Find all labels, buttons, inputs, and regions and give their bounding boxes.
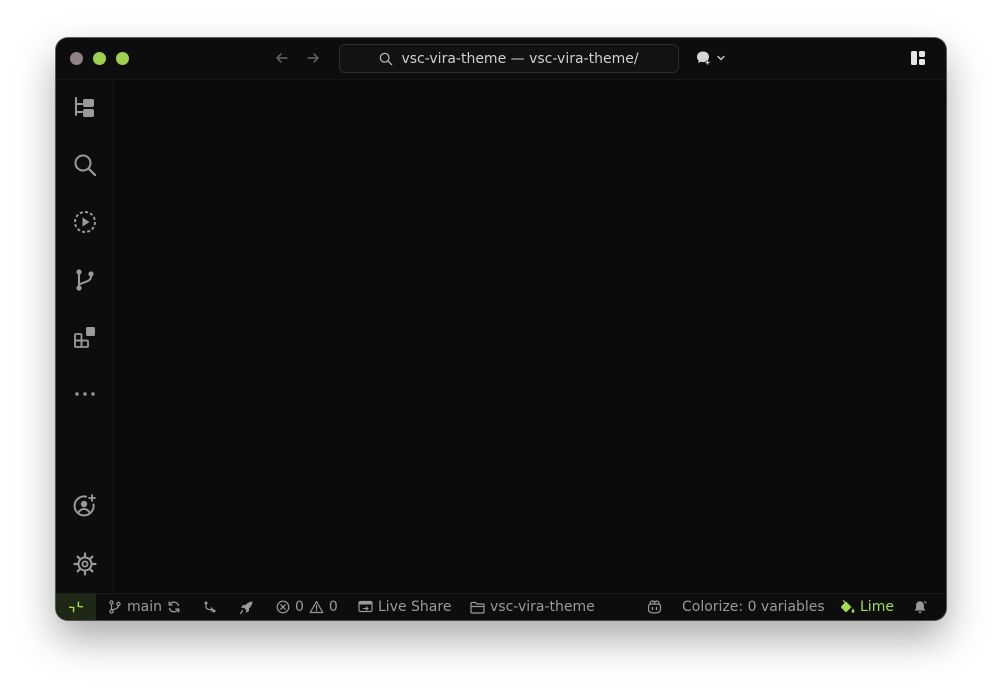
paint-bucket-icon (841, 600, 855, 613)
layout-icon (911, 51, 925, 65)
activity-explorer[interactable] (70, 93, 100, 123)
pull-request-icon (204, 601, 216, 613)
copilot-status-button[interactable] (646, 594, 663, 620)
activity-search[interactable] (70, 150, 100, 180)
live-share-icon (358, 600, 373, 613)
explorer-icon (75, 97, 94, 117)
remote-icon (69, 601, 83, 613)
vscode-window: vsc-vira-theme — vsc-vira-theme/ main 0 … (56, 38, 946, 620)
sync-changes-button[interactable] (167, 594, 181, 620)
copilot-icon (647, 600, 662, 614)
search-icon (380, 52, 393, 65)
problems-status[interactable]: 0 0 (276, 594, 338, 620)
warning-icon (309, 600, 324, 614)
editor-area[interactable] (114, 80, 946, 594)
extensions-icon (74, 327, 95, 348)
arrow-left-icon (276, 53, 288, 63)
sync-icon (168, 601, 180, 613)
activity-extensions[interactable] (70, 322, 100, 352)
live-share-button[interactable]: Live Share (358, 594, 451, 620)
copilot-menu-button[interactable] (694, 47, 734, 69)
error-icon (276, 600, 290, 614)
error-count: 0 (295, 599, 304, 615)
customize-layout-button[interactable] (908, 48, 928, 68)
activity-settings[interactable] (70, 549, 100, 579)
colorize-status[interactable]: Colorize: 0 variables (682, 594, 825, 620)
notifications-button[interactable] (913, 594, 927, 620)
go-forward-button[interactable] (302, 47, 324, 69)
rocket-icon (239, 601, 253, 614)
status-bar: main 0 0 Live Share vsc-vira-theme Color… (56, 593, 946, 620)
live-share-label: Live Share (378, 599, 452, 615)
settings-gear-icon (73, 552, 97, 576)
arrow-right-icon (307, 53, 319, 63)
accounts-icon (73, 494, 96, 517)
warning-count: 0 (328, 599, 338, 615)
pull-requests-button[interactable] (203, 594, 217, 620)
git-branch-icon (109, 600, 121, 614)
maximize-window-button[interactable] (116, 52, 129, 65)
desktop: vsc-vira-theme — vsc-vira-theme/ main 0 … (0, 0, 1003, 695)
theme-name: Lime (860, 599, 894, 615)
chevron-down-icon (717, 55, 725, 61)
workspace-folder-name: vsc-vira-theme (490, 599, 595, 615)
close-window-button[interactable] (70, 52, 83, 65)
run-debug-icon (74, 211, 96, 233)
activity-source-control[interactable] (70, 265, 100, 295)
git-branch-status[interactable]: main (108, 594, 162, 620)
remote-indicator[interactable] (56, 594, 96, 620)
source-control-icon (76, 269, 94, 291)
command-center[interactable]: vsc-vira-theme — vsc-vira-theme/ (339, 44, 679, 73)
go-back-button[interactable] (271, 47, 293, 69)
activity-more[interactable] (70, 379, 100, 409)
theme-status-button[interactable]: Lime (840, 594, 894, 620)
command-center-label: vsc-vira-theme — vsc-vira-theme/ (401, 50, 639, 67)
copilot-icon (697, 51, 710, 65)
folder-icon (470, 601, 485, 614)
deploy-button[interactable] (239, 594, 254, 620)
activity-bar (56, 80, 114, 594)
more-icon (75, 392, 95, 396)
search-icon (74, 154, 97, 177)
activity-accounts[interactable] (70, 491, 100, 521)
git-branch-name: main (127, 599, 162, 615)
bell-icon (914, 600, 927, 613)
activity-run-debug[interactable] (70, 207, 100, 237)
minimize-window-button[interactable] (93, 52, 106, 65)
workspace-folder-status[interactable]: vsc-vira-theme (470, 594, 595, 620)
colorize-label: Colorize: 0 variables (682, 599, 825, 615)
title-bar: vsc-vira-theme — vsc-vira-theme/ (56, 38, 946, 80)
